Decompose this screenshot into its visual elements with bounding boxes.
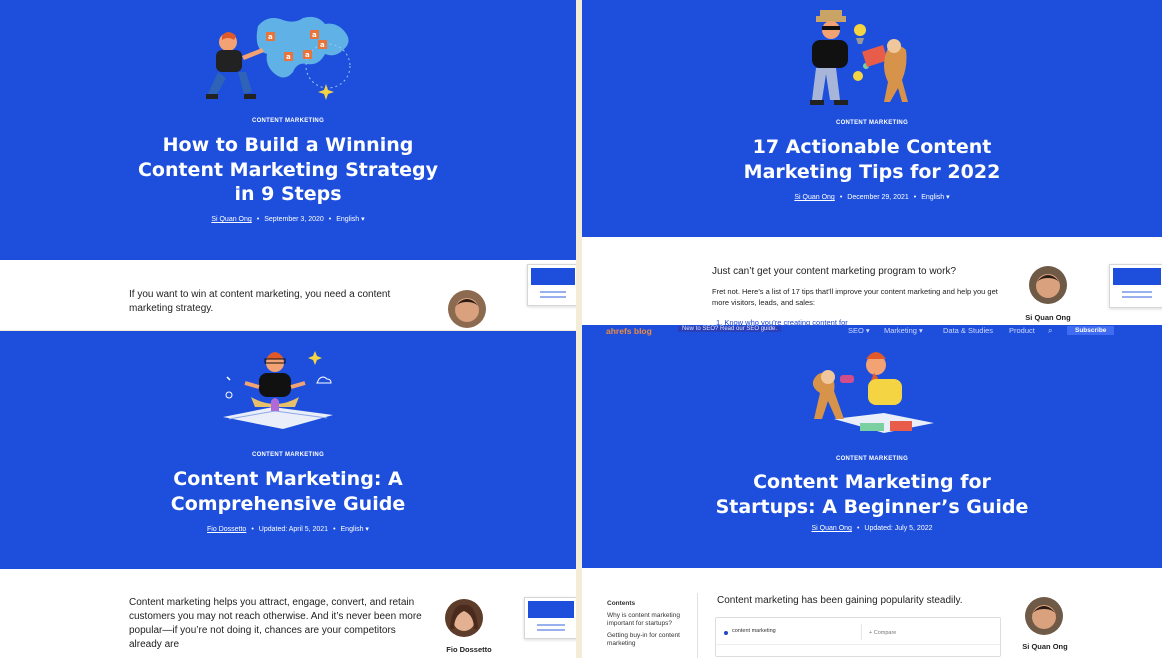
table-of-contents: Contents Why is content marketing import… [607,600,695,648]
language-select[interactable]: English ▾ [336,216,364,223]
world-map-illustration: aaaaa [206,16,351,100]
publish-date: September 3, 2020 [264,216,324,223]
article-hook: Just can’t get your content marketing pr… [712,266,957,277]
meditation-illustration [223,351,333,429]
category-label[interactable]: CONTENT MARKETING [0,118,576,124]
subscribe-button[interactable]: Subscribe [1067,326,1115,335]
article-intro: If you want to win at content marketing,… [129,289,391,314]
trend-series-dot [724,631,728,635]
article-panel-startups: ahrefs blog New to SEO? Read our SEO gui… [582,325,1162,658]
author-link[interactable]: Si Quan Ong [811,525,851,532]
hero-banner: CONTENT MARKETING 17 Actionable Content … [582,0,1162,237]
article-title: 17 Actionable Content Marketing Tips for… [743,136,1001,183]
screenshot-collage: aaaaa CONTENT MARKETING How to Build a W… [0,0,1162,658]
author-name[interactable]: Fio Dossetto [428,645,510,654]
compare-bottom-rule [716,644,1000,645]
article-intro: Content marketing has been gaining popul… [717,595,963,606]
svg-text:a: a [320,41,325,49]
sidebar-thumbnail[interactable] [524,597,576,639]
svg-text:a: a [286,53,291,61]
category-label[interactable]: CONTENT MARKETING [0,452,576,458]
article-panel-tips: CONTENT MARKETING 17 Actionable Content … [582,0,1162,330]
hero-banner: aaaaa CONTENT MARKETING How to Build a W… [0,0,576,260]
article-meta: Si Quan Ong • September 3, 2020 • English ▾ [211,216,365,223]
author-avatar [1029,266,1067,304]
author-name[interactable]: Si Quan Ong [1008,642,1082,651]
language-select[interactable]: English ▾ [341,526,369,533]
sidebar-thumbnail[interactable] [527,264,576,306]
article-meta: Si Quan Ong • December 29, 2021 • English ▾ [794,194,950,201]
top-navigation: ahrefs blog New to SEO? Read our SEO gui… [582,325,1162,339]
compare-divider [861,624,862,640]
nav-item-data-studies[interactable]: Data & Studies [943,326,993,335]
trend-term: content marketing [732,628,776,634]
article-intro: Content marketing helps you attract, eng… [129,597,422,650]
article-meta: Si Quan Ong • Updated: July 5, 2022 [811,525,933,532]
author-avatar [445,599,483,637]
hero-banner: CONTENT MARKETING Content Marketing: A C… [0,331,576,569]
author-avatar [448,290,486,328]
ahrefs-logo[interactable]: ahrefs blog [606,326,652,336]
toc-heading: Contents [607,600,636,607]
trends-compare-widget[interactable]: content marketing + Compare [715,617,1001,657]
startup-illustration [812,352,934,433]
toc-divider [697,593,698,658]
toc-item[interactable]: Why is content marketing important for s… [607,612,695,628]
svg-text:a: a [305,51,310,59]
presenter-illustration [810,10,908,105]
article-title: Content Marketing: A Comprehensive Guide [170,468,406,515]
publish-date: Updated: April 5, 2021 [258,526,329,533]
nav-item-seo[interactable]: SEO ▾ [848,326,870,335]
search-icon[interactable]: ⌕ [1048,326,1052,336]
sidebar-thumbnail[interactable] [1109,264,1162,308]
author-name[interactable]: Si Quan Ong [1012,313,1084,322]
svg-text:a: a [268,33,273,41]
panel-divider-vertical [576,0,582,658]
author-link[interactable]: Si Quan Ong [211,216,251,223]
category-label[interactable]: CONTENT MARKETING [582,120,1162,126]
publish-date: Updated: July 5, 2022 [864,525,933,532]
compare-add-term[interactable]: + Compare [869,630,896,636]
publish-date: December 29, 2021 [847,194,909,201]
nav-item-product[interactable]: Product [1009,326,1035,335]
svg-text:a: a [312,31,317,39]
language-select[interactable]: English ▾ [921,194,949,201]
nav-item-marketing[interactable]: Marketing ▾ [884,326,923,335]
article-intro: Fret not. Here’s a list of 17 tips that’… [712,287,998,307]
toc-item[interactable]: Getting buy-in for content marketing [607,632,695,648]
article-title: How to Build a Winning Content Marketing… [137,134,439,205]
article-panel-guide: CONTENT MARKETING Content Marketing: A C… [0,331,576,658]
author-link[interactable]: Si Quan Ong [794,194,834,201]
article-title: Content Marketing for Startups: A Beginn… [715,471,1029,518]
category-label[interactable]: CONTENT MARKETING [582,456,1162,462]
author-link[interactable]: Fio Dossetto [207,526,246,533]
seo-banner-link[interactable]: New to SEO? Read our SEO guide. [678,326,782,332]
article-meta: Fio Dossetto • Updated: April 5, 2021 • Engl… [207,526,369,533]
article-panel-strategy: aaaaa CONTENT MARKETING How to Build a W… [0,0,576,330]
author-avatar [1025,597,1063,635]
hero-banner: ahrefs blog New to SEO? Read our SEO gui… [582,325,1162,568]
